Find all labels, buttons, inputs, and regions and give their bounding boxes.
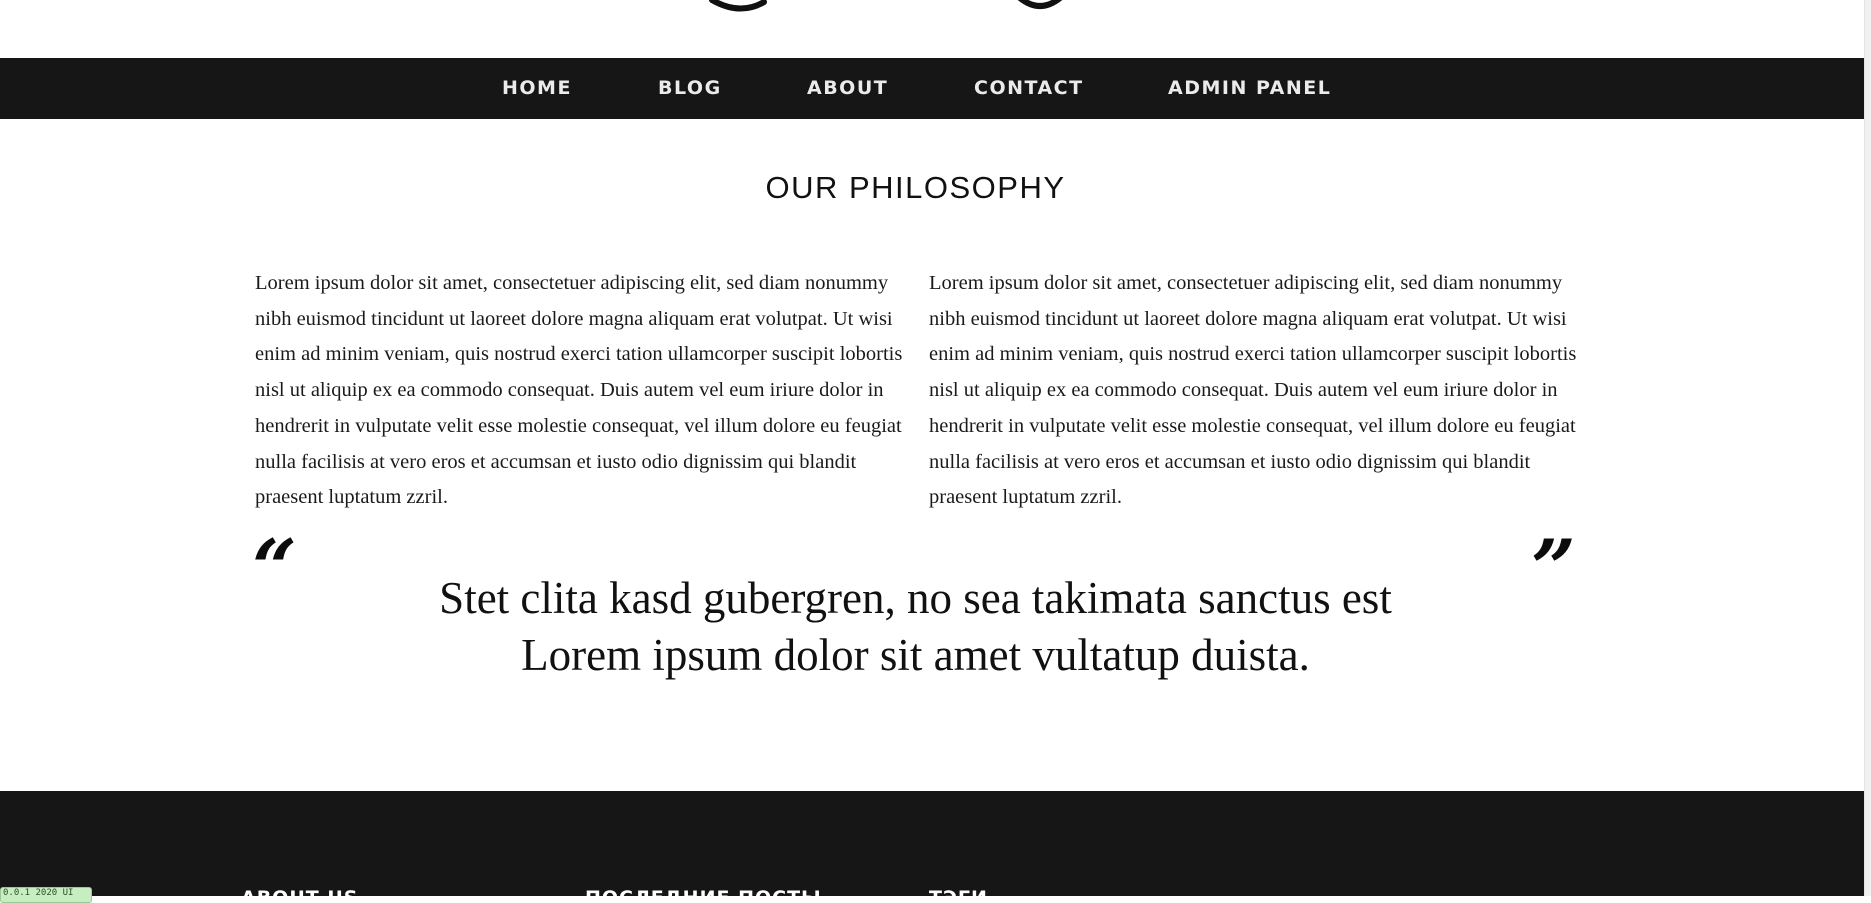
site-logo[interactable] xyxy=(700,0,1080,12)
section-title: OUR PHILOSOPHY xyxy=(765,170,1066,205)
site-footer: ABOUT US ПОСЛЕДНИЕ ПОСТЫ ТЭГИ xyxy=(0,791,1865,896)
page: HOME BLOG ABOUT CONTACT ADMIN PANEL OUR … xyxy=(0,0,1865,896)
debug-badge[interactable]: 0.0.1 2020 UI xyxy=(0,887,92,903)
blockquote: Stet clita kasd gubergren, no sea takima… xyxy=(0,570,1831,684)
philosophy-paragraph-left: Lorem ipsum dolor sit amet, consectetuer… xyxy=(255,272,903,509)
footer-heading-tags: ТЭГИ xyxy=(929,887,988,896)
nav-item-blog[interactable]: BLOG xyxy=(658,58,722,119)
footer-heading-about-us: ABOUT US xyxy=(241,887,358,896)
logo-stroke-right xyxy=(1017,0,1063,9)
logo-stroke-left xyxy=(709,0,767,12)
nav-item-about[interactable]: ABOUT xyxy=(807,58,888,119)
nav-item-home[interactable]: HOME xyxy=(502,58,572,119)
nav-item-contact[interactable]: CONTACT xyxy=(974,58,1084,119)
footer-heading-latest-posts: ПОСЛЕДНИЕ ПОСТЫ xyxy=(585,887,822,896)
quote-line-1: Stet clita kasd gubergren, no sea takima… xyxy=(439,573,1392,623)
vertical-scrollbar[interactable] xyxy=(1864,0,1871,896)
main-navbar: HOME BLOG ABOUT CONTACT ADMIN PANEL xyxy=(0,58,1865,119)
nav-list: HOME BLOG ABOUT CONTACT ADMIN PANEL xyxy=(0,58,1865,119)
philosophy-paragraph-right: Lorem ipsum dolor sit amet, consectetuer… xyxy=(929,272,1577,509)
nav-item-admin-panel[interactable]: ADMIN PANEL xyxy=(1168,58,1331,119)
quote-line-2: Lorem ipsum dolor sit amet vultatup duis… xyxy=(521,630,1310,680)
